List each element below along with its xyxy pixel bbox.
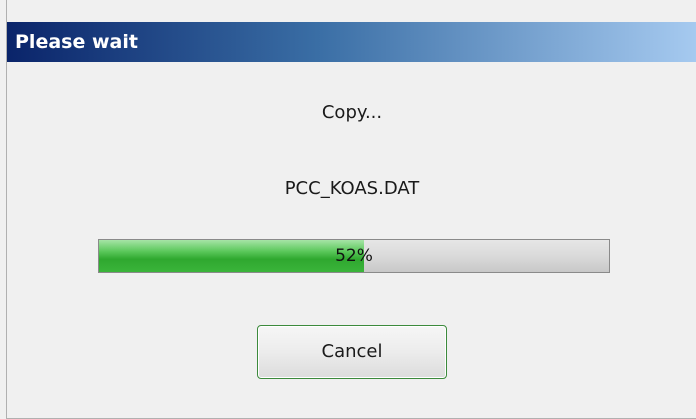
cancel-button[interactable]: Cancel xyxy=(257,325,447,379)
operation-label: Copy... xyxy=(321,102,383,123)
progress-bar: 52% xyxy=(98,239,610,273)
title-bar[interactable]: Please wait xyxy=(7,22,696,62)
dialog-body: Copy... PCC_KOAS.DAT 52% Cancel xyxy=(7,62,696,419)
dialog-title: Please wait xyxy=(15,31,138,53)
file-name-label: PCC_KOAS.DAT xyxy=(284,178,420,199)
progress-percent-label: 52% xyxy=(335,246,373,266)
progress-dialog: Please wait Copy... PCC_KOAS.DAT 52% Can… xyxy=(6,0,696,419)
